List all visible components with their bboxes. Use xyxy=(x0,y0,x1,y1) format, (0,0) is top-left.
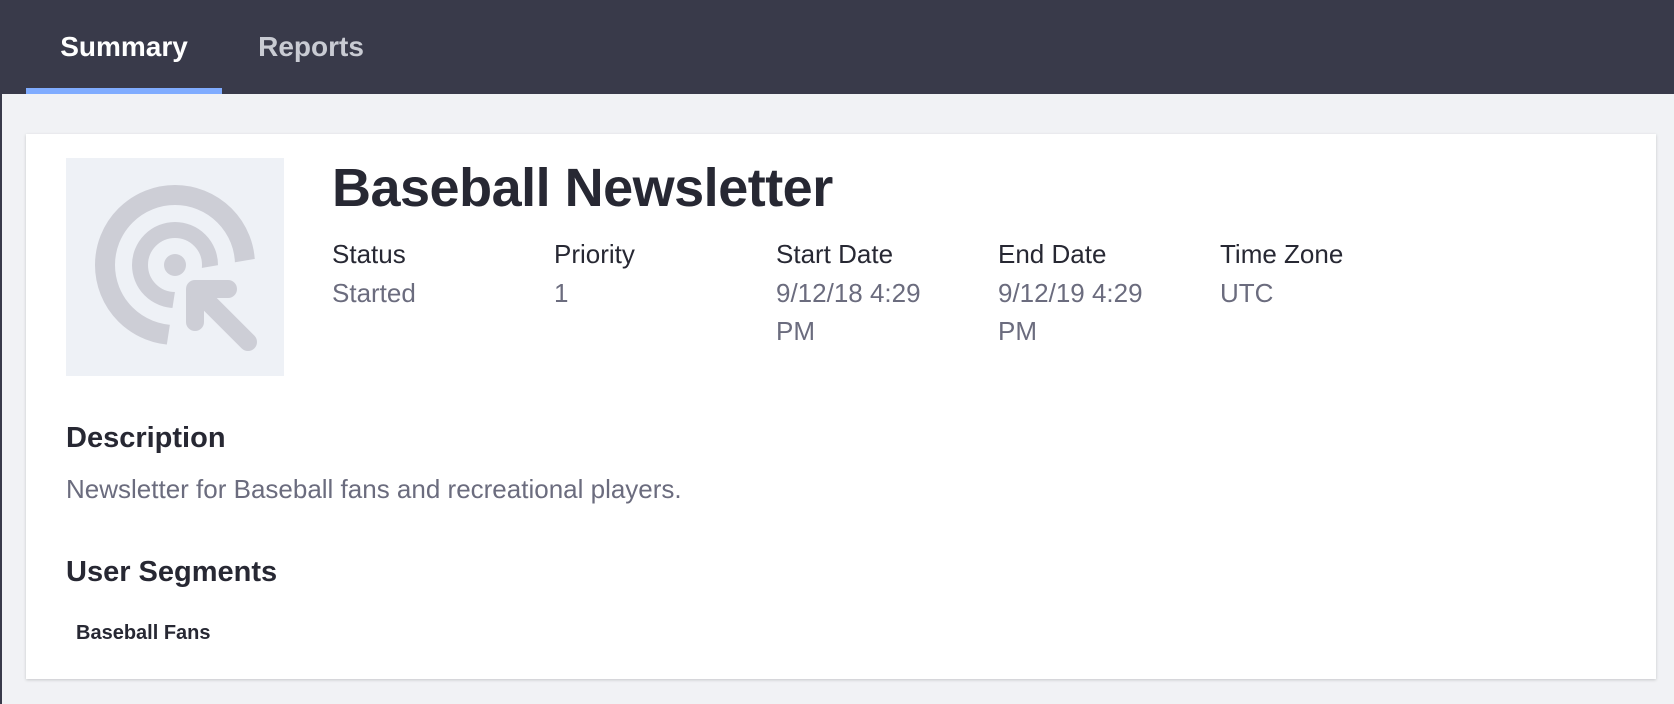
tab-reports-label: Reports xyxy=(258,31,364,62)
active-tab-indicator xyxy=(26,88,222,94)
description-heading: Description xyxy=(66,422,226,454)
left-edge-bar xyxy=(0,0,2,704)
user-segment-item: Baseball Fans xyxy=(76,622,211,644)
time-zone-value: UTC xyxy=(1220,278,1274,308)
tab-summary-label: Summary xyxy=(60,31,188,62)
tab-bar: Summary Reports xyxy=(2,0,1674,94)
meta-time-zone: Time Zone UTC xyxy=(1220,238,1420,312)
priority-label: Priority xyxy=(554,239,635,269)
description-text: Newsletter for Baseball fans and recreat… xyxy=(66,474,682,504)
status-value: Started xyxy=(332,278,416,308)
priority-value: 1 xyxy=(554,278,569,308)
end-date-label: End Date xyxy=(998,239,1107,269)
campaign-title: Baseball Newsletter xyxy=(332,158,833,218)
campaign-summary-card: Baseball Newsletter Status Started Prior… xyxy=(26,134,1656,679)
meta-status: Status Started xyxy=(332,238,532,312)
start-date-label: Start Date xyxy=(776,239,894,269)
user-segments-heading: User Segments xyxy=(66,556,278,588)
end-date-value-line2: PM xyxy=(998,316,1037,346)
end-date-value-line1: 9/12/19 4:29 xyxy=(998,278,1143,308)
meta-end-date: End Date 9/12/19 4:29 PM xyxy=(998,238,1198,350)
time-zone-label: Time Zone xyxy=(1220,239,1344,269)
meta-priority: Priority 1 xyxy=(554,238,754,312)
target-cursor-icon xyxy=(95,185,257,351)
tab-reports[interactable]: Reports xyxy=(222,0,400,94)
status-label: Status xyxy=(332,239,406,269)
start-date-value-line1: 9/12/18 4:29 xyxy=(776,278,921,308)
start-date-value-line2: PM xyxy=(776,316,815,346)
campaign-thumbnail xyxy=(66,158,284,376)
meta-start-date: Start Date 9/12/18 4:29 PM xyxy=(776,238,976,350)
tab-summary[interactable]: Summary xyxy=(26,0,222,94)
